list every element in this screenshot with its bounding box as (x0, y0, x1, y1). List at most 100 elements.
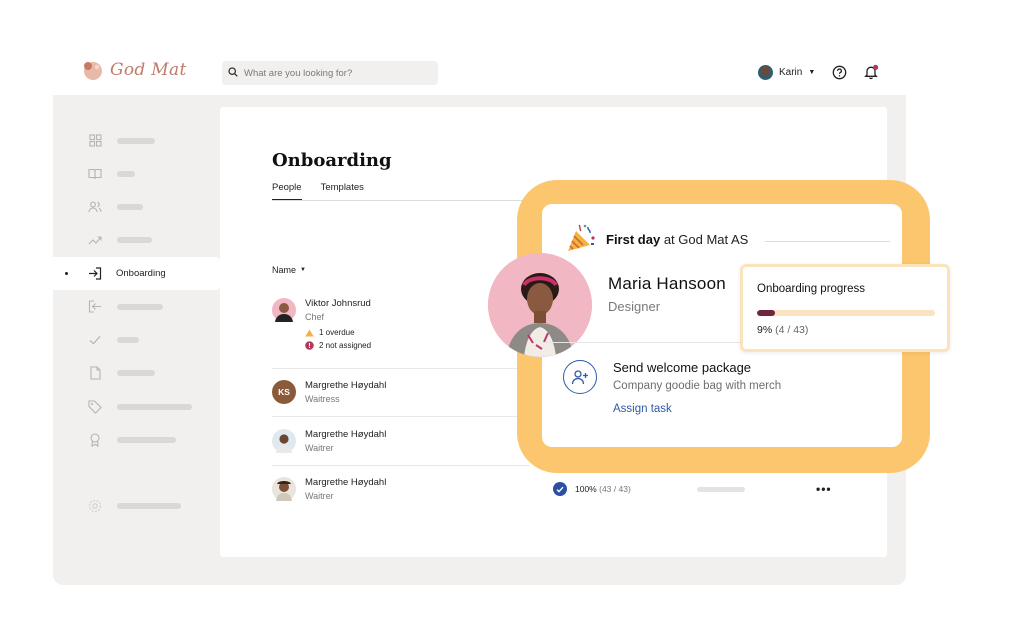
person-role: Waitress (305, 394, 340, 404)
trend-icon (87, 232, 103, 248)
sidebar-placeholder (117, 336, 139, 343)
sidebar-item-library[interactable] (53, 157, 220, 190)
brand-logo[interactable]: God Mat (80, 58, 187, 82)
sidebar-placeholder (117, 137, 155, 144)
exit-icon (87, 299, 103, 315)
check-icon (87, 332, 103, 348)
progress-title: Onboarding progress (757, 283, 866, 295)
add-user-icon (563, 360, 597, 394)
progress-card (740, 264, 950, 352)
help-icon[interactable] (831, 64, 847, 80)
progress-percent: 9% (757, 324, 773, 336)
alert-icon (305, 341, 314, 350)
sidebar-item-dashboard[interactable] (53, 124, 220, 157)
row-divider (272, 416, 530, 417)
search-bar[interactable] (222, 61, 438, 85)
person-name: Viktor Johnsrud (305, 298, 371, 309)
book-icon (87, 166, 103, 182)
table-row[interactable]: Viktor Johnsrud Chef 1 overdue 2 not ass… (272, 298, 371, 350)
tab-templates[interactable]: Templates (321, 182, 364, 200)
sidebar-item-label: Onboarding (116, 268, 166, 279)
progress-cell: 100% (43 / 43) (553, 482, 631, 496)
progress-count: (43 / 43) (599, 484, 631, 494)
more-options-icon[interactable]: ••• (816, 482, 832, 496)
not-assigned-badge: 2 not assigned (305, 341, 371, 350)
column-header-name[interactable]: Name ▼ (272, 265, 306, 275)
sidebar-item-settings[interactable] (53, 489, 220, 522)
not-assigned-text: 2 not assigned (319, 341, 372, 350)
search-input[interactable] (244, 67, 424, 79)
person-role: Chef (305, 312, 325, 322)
brand-name: God Mat (110, 60, 187, 80)
people-icon (87, 199, 103, 215)
avatar (272, 298, 296, 322)
table-row[interactable]: KS Margrethe Høydahl Waitress (272, 380, 386, 406)
progress-count: (4 / 43) (775, 324, 809, 336)
logo-icon (80, 58, 104, 82)
chevron-down-icon[interactable]: ▼ (808, 69, 815, 76)
person-name: Margrethe Høydahl (305, 380, 387, 391)
user-avatar[interactable] (758, 64, 773, 80)
document-icon (87, 365, 103, 381)
progress-label: 9% (4 / 43) (757, 324, 808, 336)
active-indicator (65, 272, 68, 275)
avatar (272, 477, 296, 501)
avatar: KS (272, 380, 296, 404)
progress-percent: 100% (575, 484, 597, 494)
progress-bar-fill (757, 310, 775, 316)
sidebar-placeholder (117, 170, 135, 177)
tab-people[interactable]: People (272, 182, 302, 200)
grid-icon (87, 133, 103, 149)
person-name: Margrethe Høydahl (305, 477, 387, 488)
first-day-bold: First day (606, 232, 661, 247)
party-popper-icon (566, 223, 598, 256)
overdue-text: 1 overdue (319, 328, 355, 337)
settings-icon (87, 498, 103, 514)
award-icon (87, 432, 103, 448)
sidebar-item-analytics[interactable] (53, 223, 220, 256)
sidebar-item-offboarding[interactable] (53, 290, 220, 323)
search-icon (228, 64, 238, 82)
sidebar-item-certificates[interactable] (53, 423, 220, 456)
warning-icon (305, 329, 314, 336)
sidebar-placeholder (117, 403, 192, 410)
placeholder-bar (697, 487, 745, 492)
sidebar-item-documents[interactable] (53, 356, 220, 389)
avatar (272, 429, 296, 453)
progress-bar (757, 310, 935, 316)
sidebar-item-onboarding[interactable]: Onboarding (53, 257, 220, 290)
person-name: Margrethe Høydahl (305, 429, 387, 440)
task-description: Company goodie bag with merch (613, 380, 782, 392)
employee-role: Designer (608, 299, 661, 314)
person-role: Waitrer (305, 443, 334, 453)
row-divider (272, 368, 530, 369)
page-title: Onboarding (272, 150, 392, 171)
sidebar-placeholder (117, 502, 181, 509)
sidebar-item-people[interactable] (53, 190, 220, 223)
heading-divider (765, 241, 890, 242)
sidebar-item-tags[interactable] (53, 390, 220, 423)
bell-icon[interactable] (863, 64, 879, 80)
sidebar-placeholder (117, 369, 155, 376)
table-row[interactable]: Margrethe Høydahl Waitrer (272, 477, 386, 503)
person-role: Waitrer (305, 491, 334, 501)
sort-down-icon: ▼ (300, 267, 306, 273)
table-row[interactable]: Margrethe Høydahl Waitrer (272, 429, 386, 455)
sidebar-placeholder (117, 236, 152, 243)
complete-check-icon (553, 482, 567, 496)
enter-icon (87, 266, 103, 282)
sidebar-placeholder (117, 203, 143, 210)
first-day-heading: First day at God Mat AS (566, 223, 748, 256)
overdue-badge: 1 overdue (305, 328, 371, 337)
sidebar-item-tasks[interactable] (53, 323, 220, 356)
company-text: at God Mat AS (663, 232, 749, 247)
sidebar-placeholder (117, 436, 176, 443)
column-header-label: Name (272, 265, 297, 275)
tag-icon (87, 399, 103, 415)
tab-bar: People Templates (272, 182, 364, 200)
user-name[interactable]: Karin (779, 67, 802, 78)
task-title: Send welcome package (613, 360, 752, 375)
assign-task-link[interactable]: Assign task (613, 403, 672, 415)
sidebar-placeholder (117, 303, 163, 310)
employee-name: Maria Hansoon (608, 274, 726, 293)
